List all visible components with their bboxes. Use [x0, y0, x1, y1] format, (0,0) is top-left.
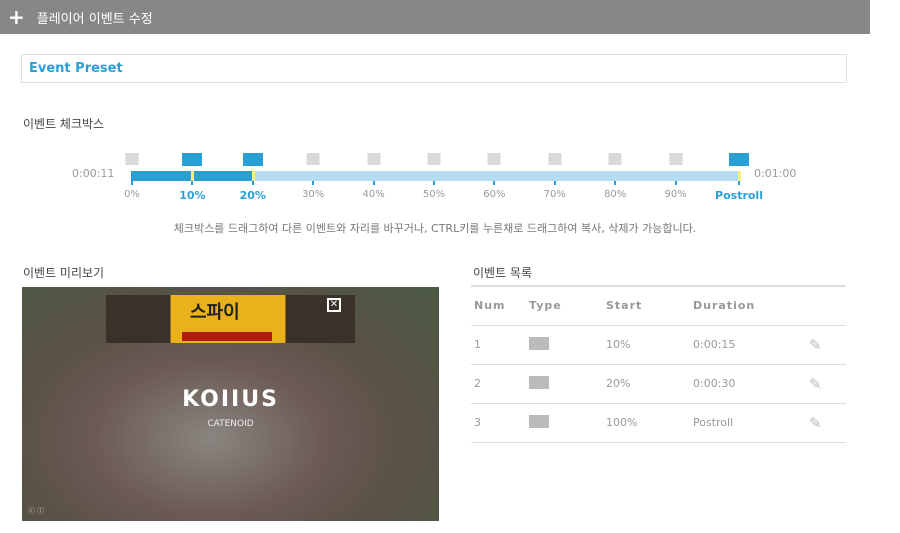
empty-slot-checkbox[interactable]: [367, 153, 381, 165]
empty-slot-checkbox[interactable]: [548, 153, 562, 165]
event-marker[interactable]: [191, 171, 195, 181]
tick-label: 40%: [362, 189, 385, 200]
logo: KOIIUS: [182, 387, 279, 412]
tick-label: Postroll: [715, 189, 763, 202]
list-title: 이벤트 목록: [473, 266, 533, 280]
col-num: Num: [471, 286, 526, 326]
row-duration: Postroll: [690, 403, 806, 443]
event-preset-field[interactable]: Event Preset: [21, 54, 847, 83]
image-icon[interactable]: [182, 153, 203, 166]
tick-label: 70%: [543, 189, 566, 200]
timeline-tick: [738, 181, 740, 185]
timeline-tick: [553, 181, 556, 185]
tick-label: 80%: [604, 189, 627, 200]
tick-label: 60%: [483, 189, 506, 200]
row-start: 10%: [603, 325, 690, 365]
empty-slot-checkbox[interactable]: [306, 153, 320, 165]
row-num: 2: [471, 364, 526, 404]
event-preview: 스파이 ✕ KOIIUS CATENOID ⓒ ⓘ: [22, 287, 439, 521]
cc-license-icon: ⓒ ⓘ: [28, 507, 45, 515]
row-duration: 0:00:30: [690, 364, 806, 404]
timeline-tick: [251, 181, 254, 185]
event-marker[interactable]: [738, 171, 741, 181]
ad-banner[interactable]: 스파이 ✕: [106, 295, 355, 343]
tick-label: 10%: [179, 189, 206, 202]
event-marker[interactable]: [251, 171, 255, 181]
empty-slot-checkbox[interactable]: [669, 153, 683, 165]
event-table: Num Type Start Duration 1 10% 0:00:15 ✎ 2…: [471, 285, 846, 443]
timeline-tick: [493, 181, 496, 185]
tick-label: 90%: [664, 189, 687, 200]
row-start: 20%: [603, 364, 690, 404]
tick-label: 30%: [302, 189, 325, 200]
timeline-tick: [614, 181, 617, 185]
timeline-tick: [191, 181, 194, 185]
banner-title: 스파이: [190, 302, 240, 323]
edit-icon[interactable]: ✎: [809, 414, 822, 432]
table-row: 2 20% 0:00:30 ✎: [471, 364, 846, 404]
empty-slot-checkbox[interactable]: [125, 153, 139, 165]
row-num: 1: [471, 325, 526, 365]
timeline-tick: [674, 181, 677, 185]
table-row: 1 10% 0:00:15 ✎: [471, 325, 846, 365]
sublogo: CATENOID: [207, 419, 254, 429]
page-header: + 플레이어 이벤트 수정: [0, 0, 870, 34]
tick-label: 20%: [239, 189, 266, 202]
row-num: 3: [471, 403, 526, 443]
start-time: 0:00:11: [72, 167, 115, 180]
tick-label: 50%: [422, 189, 446, 200]
col-start: Start: [603, 286, 690, 326]
timeline-track[interactable]: [131, 171, 738, 181]
image-icon[interactable]: [242, 153, 263, 166]
close-icon[interactable]: ✕: [327, 298, 341, 312]
timeline-tick: [131, 181, 133, 185]
tick-label: 0%: [124, 189, 140, 200]
preview-title: 이벤트 미리보기: [23, 266, 105, 280]
checkbox-section-title: 이벤트 체크박스: [23, 117, 105, 131]
video-icon[interactable]: [729, 153, 749, 166]
timeline-tick: [312, 181, 315, 185]
empty-slot-checkbox[interactable]: [427, 153, 441, 165]
table-row: 3 100% Postroll ✎: [471, 403, 846, 443]
empty-slot-checkbox[interactable]: [608, 153, 622, 165]
empty-slot-checkbox[interactable]: [487, 153, 501, 165]
end-time: 0:01:00: [754, 167, 797, 180]
help-text: 체크박스를 드래그하여 다른 이벤트와 자리를 바꾸거나, CTRL키를 누른채…: [173, 222, 697, 235]
page-title: 플레이어 이벤트 수정: [36, 11, 153, 27]
timeline-tick: [372, 181, 375, 185]
plus-icon[interactable]: +: [8, 5, 25, 29]
edit-icon[interactable]: ✎: [809, 375, 822, 393]
image-icon: [529, 375, 549, 389]
col-duration: Duration: [690, 286, 806, 326]
row-duration: 0:00:15: [690, 325, 806, 365]
timeline-tick: [433, 181, 435, 185]
image-icon: [529, 336, 549, 350]
edit-icon[interactable]: ✎: [809, 336, 822, 354]
col-type: Type: [526, 286, 603, 326]
row-start: 100%: [603, 403, 690, 443]
video-icon: [529, 414, 549, 428]
banner-strip: [182, 332, 272, 341]
